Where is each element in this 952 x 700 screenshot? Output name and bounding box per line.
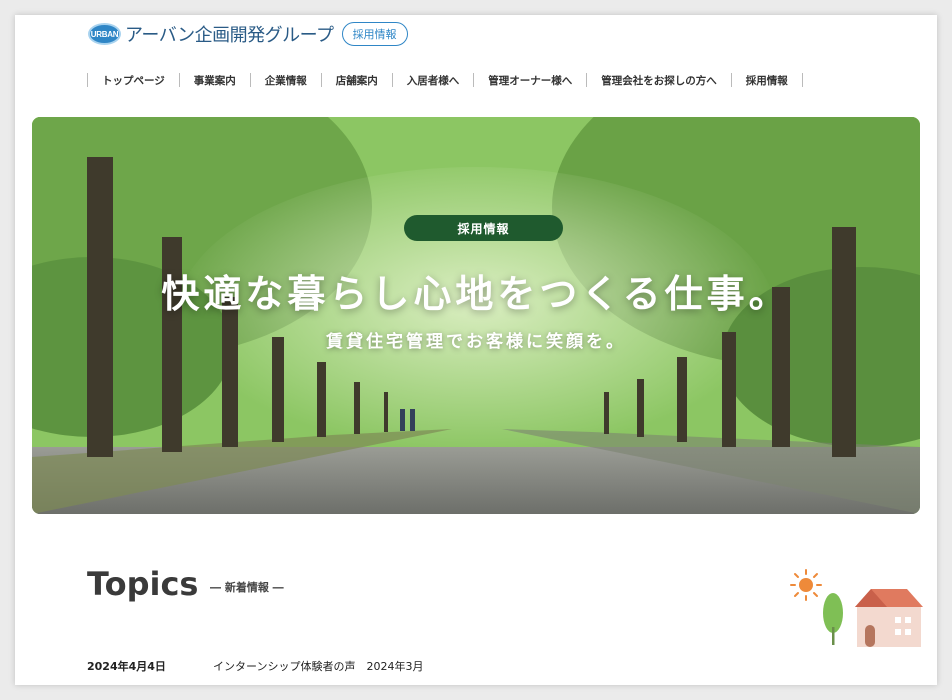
company-name: アーバン企画開発グループ	[125, 25, 334, 46]
news-title-link[interactable]: インターンシップ体験者の声 2024年3月	[213, 658, 423, 674]
logo[interactable]: URBAN アーバン企画開発グループ 採用情報	[88, 21, 408, 47]
nav-item-residents[interactable]: 入居者様へ	[393, 73, 474, 88]
sun-icon	[790, 569, 822, 601]
hero-banner: 採用情報 快適な暮らし心地をつくる仕事。 賃貸住宅管理でお客様に笑顔を。	[32, 117, 920, 514]
nav-item-company[interactable]: 企業情報	[251, 73, 321, 88]
nav-item-recruit[interactable]: 採用情報	[732, 73, 802, 88]
news-date: 2024年4月4日	[87, 660, 166, 673]
page-frame: URBAN アーバン企画開発グループ 採用情報 トップページ 事業案内 企業情報…	[15, 15, 937, 685]
tree-icon	[823, 593, 843, 645]
topics-subheading: ― 新着情報 ―	[210, 581, 284, 594]
urban-logo-mark: URBAN	[88, 23, 121, 45]
nav-item-stores[interactable]: 店舗案内	[322, 73, 392, 88]
hero-title: 快適な暮らし心地をつくる仕事。	[161, 272, 791, 316]
house-icon	[855, 589, 923, 647]
nav-item-top[interactable]: トップページ	[88, 73, 179, 88]
news-list-item[interactable]: 2024年4月4日 インターンシップ体験者の声 2024年3月	[87, 658, 423, 674]
nav-item-business[interactable]: 事業案内	[180, 73, 250, 88]
recruit-pill-link[interactable]: 採用情報	[341, 22, 408, 46]
nav-separator	[801, 73, 803, 87]
hero-subtitle: 賃貸住宅管理でお客様に笑顔を。	[326, 332, 626, 352]
nav-item-owners[interactable]: 管理オーナー様へ	[474, 73, 586, 88]
site-header: URBAN アーバン企画開発グループ 採用情報 トップページ 事業案内 企業情報…	[15, 15, 937, 125]
hero-recruit-badge: 採用情報	[404, 215, 563, 241]
house-tree-sun-illustration	[790, 569, 923, 647]
global-nav: トップページ 事業案内 企業情報 店舗案内 入居者様へ 管理オーナー様へ 管理会…	[87, 70, 803, 90]
topics-heading: Topics	[87, 565, 199, 603]
nav-item-find-manager[interactable]: 管理会社をお探しの方へ	[587, 73, 731, 88]
